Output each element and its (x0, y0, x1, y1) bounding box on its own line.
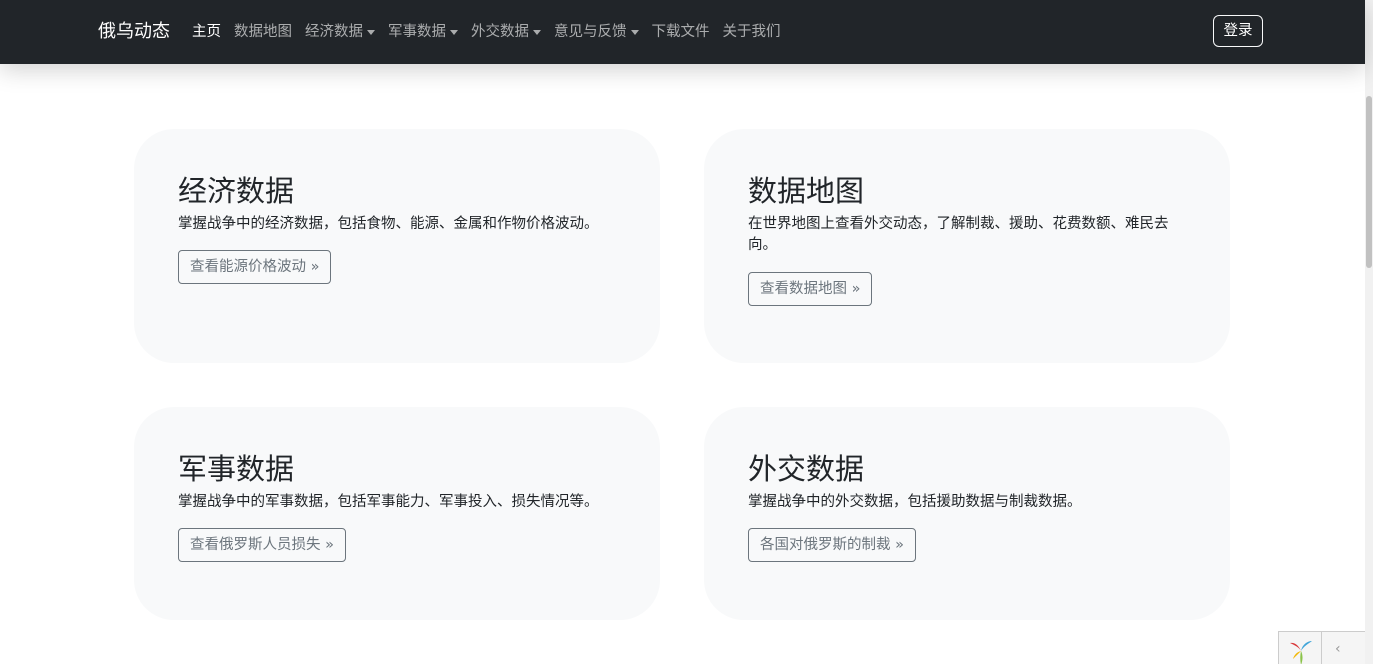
top-navbar: 俄乌动态 主页 数据地图 经济数据 军事数据 外交数据 意见与反馈 下载文件 关… (0, 0, 1365, 64)
nav-item-label: 经济数据 (305, 24, 363, 40)
debug-divider (1321, 632, 1322, 664)
card-title: 数据地图 (748, 174, 865, 208)
nav-item-label: 关于我们 (722, 24, 781, 40)
view-russian-losses-button[interactable]: 查看俄罗斯人员损失 » (178, 528, 346, 562)
card-title: 经济数据 (178, 174, 295, 208)
main-nav: 主页 数据地图 经济数据 军事数据 外交数据 意见与反馈 下载文件 关于我们 (192, 21, 781, 43)
nav-dropdown-diplomatic-data[interactable]: 外交数据 (471, 21, 541, 43)
nav-item-label: 数据地图 (234, 24, 292, 40)
caret-down-icon (450, 29, 458, 35)
card-diplomatic-data: 外交数据 掌握战争中的外交数据，包括援助数据与制裁数据。 各国对俄罗斯的制裁 » (704, 407, 1230, 620)
nav-item-downloads[interactable]: 下载文件 (652, 21, 710, 43)
view-sanctions-button[interactable]: 各国对俄罗斯的制裁 » (748, 528, 916, 562)
nav-item-label: 外交数据 (471, 24, 529, 40)
card-economic-data: 经济数据 掌握战争中的经济数据，包括食物、能源、金属和作物价格波动。 查看能源价… (134, 129, 660, 363)
card-description: 掌握战争中的外交数据，包括援助数据与制裁数据。 (748, 494, 1082, 510)
caret-down-icon (367, 29, 375, 35)
brand-link[interactable]: 俄乌动态 (98, 19, 170, 45)
login-button[interactable]: 登录 (1213, 15, 1263, 47)
nav-item-home[interactable]: 主页 (192, 21, 221, 43)
nav-dropdown-economic-data[interactable]: 经济数据 (305, 21, 375, 43)
nav-item-label: 意见与反馈 (554, 24, 627, 40)
card-description: 掌握战争中的经济数据，包括食物、能源、金属和作物价格波动。 (178, 216, 599, 232)
nav-item-data-map[interactable]: 数据地图 (234, 21, 292, 43)
card-military-data: 军事数据 掌握战争中的军事数据，包括军事能力、军事投入、损失情况等。 查看俄罗斯… (134, 407, 660, 620)
chevron-left-icon[interactable]: ‹ (1335, 640, 1341, 658)
card-data-map: 数据地图 在世界地图上查看外交动态，了解制裁、援助、花费数额、难民去向。 查看数… (704, 129, 1230, 363)
nav-item-about[interactable]: 关于我们 (723, 21, 781, 43)
card-title: 军事数据 (178, 452, 295, 486)
card-description: 掌握战争中的军事数据，包括军事能力、军事投入、损失情况等。 (178, 494, 599, 510)
debug-toolbar: ‹ (1278, 631, 1365, 664)
page: 俄乌动态 主页 数据地图 经济数据 军事数据 外交数据 意见与反馈 下载文件 关… (0, 0, 1373, 664)
nav-item-label: 军事数据 (388, 24, 446, 40)
caret-down-icon (630, 29, 639, 35)
view-energy-prices-button[interactable]: 查看能源价格波动 » (178, 250, 332, 284)
card-description: 在世界地图上查看外交动态，了解制裁、援助、花费数额、难民去向。 (748, 216, 1169, 253)
vertical-scrollbar[interactable] (1365, 0, 1373, 664)
scrollbar-thumb[interactable] (1366, 96, 1372, 268)
nav-dropdown-feedback[interactable]: 意见与反馈 (554, 21, 639, 43)
nav-dropdown-military-data[interactable]: 军事数据 (388, 21, 458, 43)
card-title: 外交数据 (748, 452, 865, 486)
nav-item-label: 下载文件 (651, 24, 710, 40)
nav-item-label: 主页 (192, 24, 221, 40)
yii-logo-icon[interactable] (1287, 637, 1315, 664)
view-data-map-button[interactable]: 查看数据地图 » (748, 272, 873, 306)
caret-down-icon (533, 29, 541, 35)
